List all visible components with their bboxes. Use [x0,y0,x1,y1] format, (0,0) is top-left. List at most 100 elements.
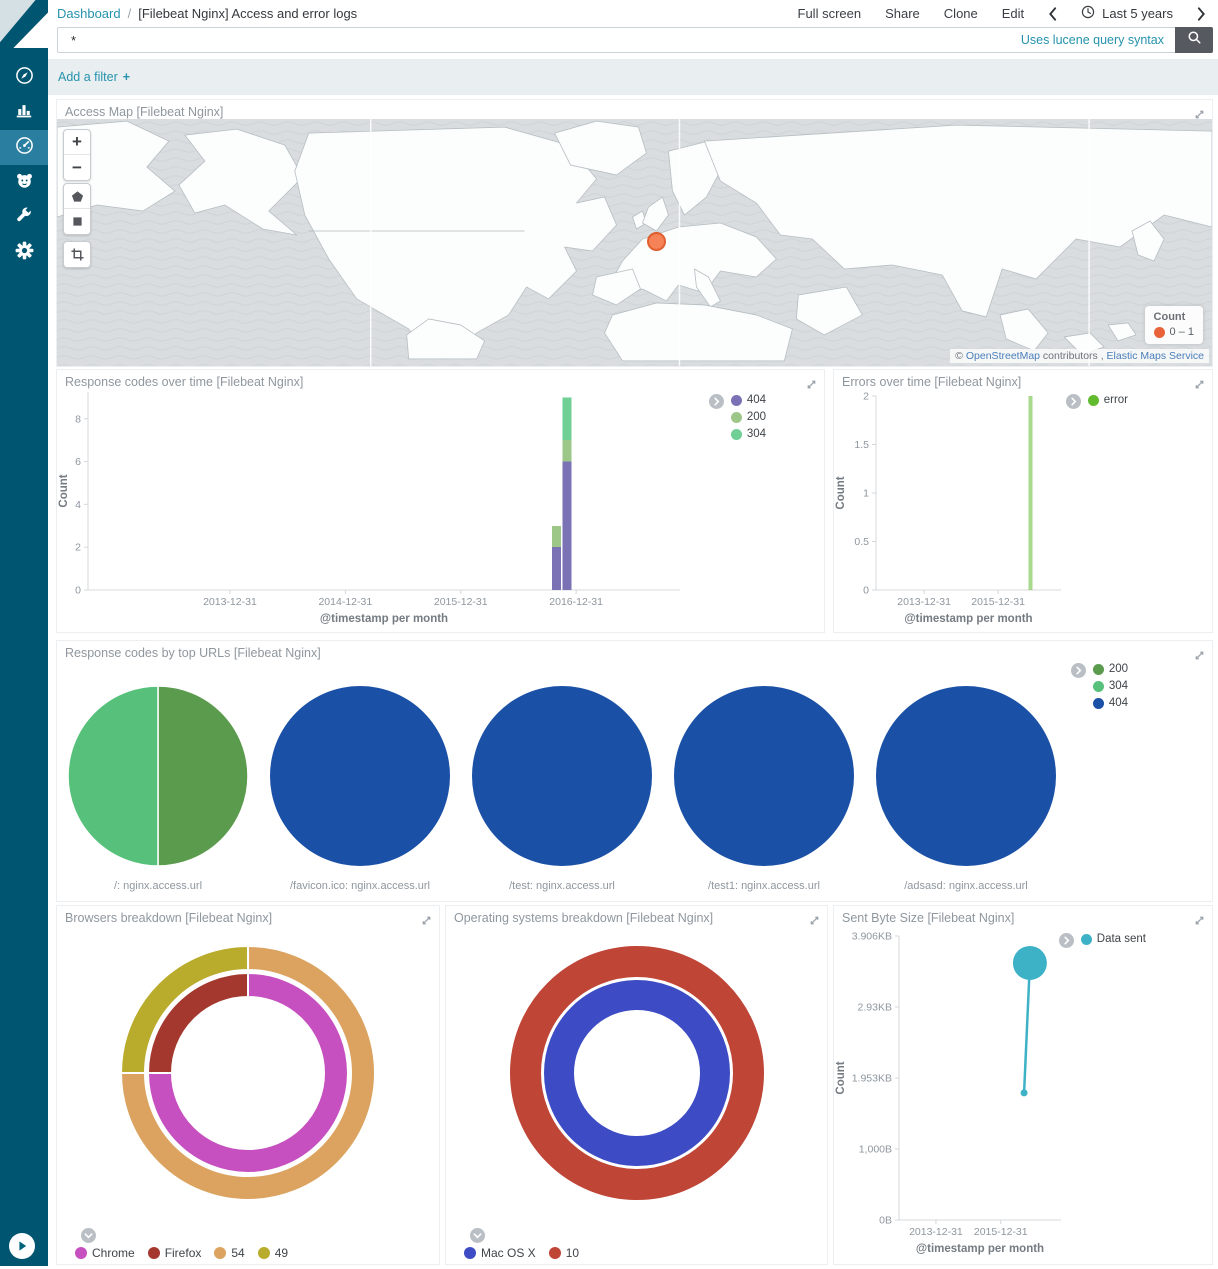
expand-icon[interactable] [1194,648,1205,666]
count-dot [1154,327,1165,338]
legend-item-data-sent[interactable]: Data sent [1081,933,1146,945]
edit-button[interactable]: Edit [1002,6,1024,21]
legend-item-error[interactable]: error [1088,394,1128,406]
browsers-donut-chart[interactable] [119,944,377,1207]
legend-label: 304 [747,428,766,440]
zoom-out-button[interactable]: − [64,155,90,180]
legend-item-chrome[interactable]: Chrome [75,1246,135,1260]
legend-toggle-icon[interactable] [1071,663,1086,678]
bar-chart-icon [15,101,33,124]
kibana-logo[interactable] [0,0,48,48]
pie-chart[interactable]: /test1: nginx.access.url [663,661,865,897]
expand-icon[interactable] [1194,107,1205,125]
panel-browsers: Browsers breakdown [Filebeat Nginx] Chro… [56,905,440,1265]
zoom-in-button[interactable]: + [64,130,90,155]
top-navbar: Dashboard / [Filebeat Nginx] Access and … [48,0,1218,27]
expand-icon[interactable] [421,913,432,931]
breadcrumb-dashboard-link[interactable]: Dashboard [57,6,121,21]
svg-text:2015-12-31: 2015-12-31 [971,596,1025,608]
legend-toggle-icon[interactable] [709,394,724,409]
pie-chart[interactable]: /favicon.ico: nginx.access.url [259,661,461,897]
legend-item-firefox[interactable]: Firefox [148,1246,202,1260]
legend-collapse-icon[interactable] [81,1228,96,1243]
pie-label: /test: nginx.access.url [461,880,663,892]
gear-icon [15,241,34,265]
series-dot [1088,395,1099,406]
expand-icon[interactable] [1194,913,1205,931]
sidebar-item-management[interactable] [0,235,48,270]
query-input-wrap: Uses lucene query syntax [57,27,1175,53]
draw-polygon-button[interactable] [64,184,90,209]
breadcrumb-separator: / [128,6,132,21]
sidebar-item-dev-tools[interactable] [0,200,48,235]
os-donut-chart[interactable] [508,944,766,1207]
pie-chart[interactable]: /: nginx.access.url [57,661,259,897]
legend-item-304[interactable]: 304 [1093,680,1128,692]
search-button[interactable] [1175,27,1213,53]
svg-text:@timestamp per month: @timestamp per month [904,613,1032,625]
legend-collapse-icon[interactable] [470,1228,485,1243]
share-button[interactable]: Share [885,6,920,21]
draw-rectangle-button[interactable] [64,209,90,234]
top-actions: Full screen Share Clone Edit Last 5 year… [798,5,1206,22]
sidebar-item-timelion[interactable] [0,165,48,200]
pie-label: /adsasd: nginx.access.url [865,880,1067,892]
time-back-button[interactable] [1048,7,1057,21]
svg-text:0: 0 [75,585,81,597]
errors-chart[interactable]: 00.511.522013-12-312015-12-31@timestamp … [834,388,1154,632]
legend-item-200[interactable]: 200 [1093,663,1128,675]
pie-chart[interactable]: /adsasd: nginx.access.url [865,661,1067,897]
sidebar-item-visualize[interactable] [0,95,48,130]
expand-icon[interactable] [806,377,817,395]
clone-button[interactable]: Clone [944,6,978,21]
legend-label: error [1104,394,1128,406]
legend-item-404[interactable]: 404 [1093,697,1128,709]
sidebar-item-dashboard[interactable] [0,130,48,165]
legend-toggle-icon[interactable] [1059,933,1074,948]
sidebar-item-discover[interactable] [0,60,48,95]
world-map[interactable]: + − Count 0 – 1 © OpenStreetMap contribu… [57,119,1212,366]
lucene-syntax-link[interactable]: Uses lucene query syntax [1021,33,1175,47]
legend-item-macosx[interactable]: Mac OS X [464,1246,536,1260]
search-query-input[interactable] [58,33,1021,48]
page-title: [Filebeat Nginx] Access and error logs [138,6,357,21]
panel-title: Access Map [Filebeat Nginx] [65,105,223,119]
legend-item-404[interactable]: 404 [731,394,766,406]
geo-point-marker[interactable] [647,232,666,251]
expand-icon[interactable] [809,913,820,931]
svg-text:2013-12-31: 2013-12-31 [897,596,951,608]
chart-legend: 404 200 304 [709,394,766,440]
series-dot [75,1247,87,1259]
full-screen-button[interactable]: Full screen [798,6,862,21]
chart-legend: error [1066,394,1128,409]
legend-item-54[interactable]: 54 [214,1246,244,1260]
time-picker[interactable]: Last 5 years [1081,5,1173,22]
legend-item-304[interactable]: 304 [731,428,766,440]
svg-text:2016-12-31: 2016-12-31 [549,596,603,608]
legend-item-200[interactable]: 200 [731,411,766,423]
sidebar-collapse-button[interactable] [9,1233,35,1259]
series-dot [1093,664,1104,675]
svg-text:1: 1 [863,488,869,500]
sidebar-nav [0,60,48,270]
add-filter-plus-icon[interactable]: + [123,70,130,84]
filter-bar: Add a filter + [48,59,1218,95]
svg-text:2: 2 [75,542,81,554]
legend-toggle-icon[interactable] [1066,394,1081,409]
fit-bounds-button[interactable] [64,242,90,267]
series-dot [731,412,742,423]
response-codes-chart[interactable]: 024682013-12-312014-12-312015-12-312016-… [57,388,757,632]
svg-text:0: 0 [863,585,869,597]
series-dot [148,1247,160,1259]
map-fit-controls [63,241,91,268]
pie-chart[interactable]: /test: nginx.access.url [461,661,663,897]
time-forward-button[interactable] [1197,7,1206,21]
elastic-maps-link[interactable]: Elastic Maps Service [1107,350,1204,362]
sent-bytes-chart[interactable]: 0B1,000B1.953KB2.93KB3.906KB2013-12-3120… [834,916,1214,1264]
openstreetmap-link[interactable]: OpenStreetMap [966,350,1040,362]
legend-item-49[interactable]: 49 [258,1246,288,1260]
series-dot [464,1247,476,1259]
add-filter-link[interactable]: Add a filter [58,70,118,84]
expand-icon[interactable] [1194,377,1205,395]
legend-item-10[interactable]: 10 [549,1246,579,1260]
